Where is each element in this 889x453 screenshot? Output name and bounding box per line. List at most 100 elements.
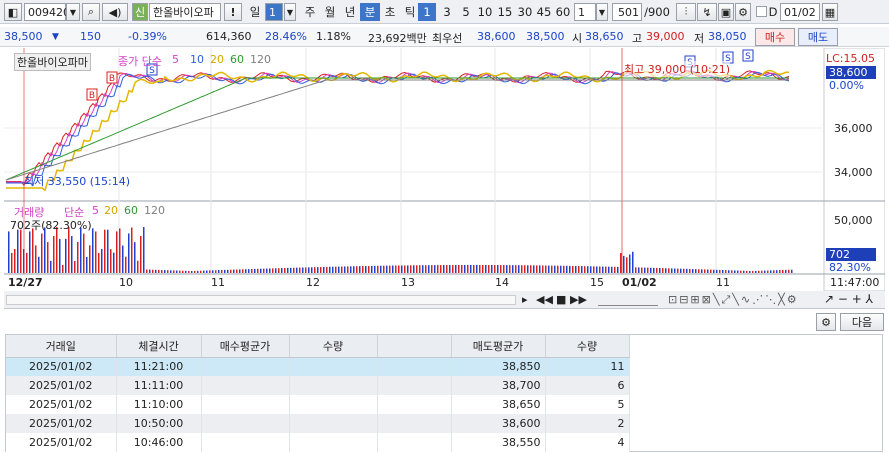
ma-label[interactable]: 종가 단순 [118,53,162,69]
best-bid: 38,500 [526,30,565,43]
speaker-icon[interactable]: ◀) [102,3,128,21]
volume-bar [134,242,136,273]
volume-bar [329,266,331,273]
best-ask: 38,600 [477,30,516,43]
stock-code-input[interactable]: 009420 [24,3,70,21]
save-icon[interactable]: ▣ [718,3,734,21]
forward-icon[interactable]: ▶▶ [570,293,587,306]
volume-bar [686,268,688,273]
period-year-tab[interactable]: 년 [340,3,360,21]
col-buy-qty[interactable]: 수량 [289,335,378,358]
period-minute-tab[interactable]: 분 [360,3,380,21]
volume-bar [179,270,181,273]
marker-label: B [109,74,115,84]
volume-bar [107,229,109,273]
volume-bar [788,269,790,273]
date-checkbox[interactable] [756,6,767,17]
min-10-button[interactable]: 10 [475,3,495,21]
volume-bar [500,265,502,273]
buy-button[interactable]: 매수 [755,28,795,46]
volume-bar [203,270,205,273]
min-30-button[interactable]: 30 [515,3,535,21]
drawing-tools-icon[interactable]: ⊡⊟⊞⊠╲⤢╲∿⋰⋱╳⚙ [668,293,799,307]
volume-bar [548,265,550,273]
prev-icon[interactable]: ▸ [522,293,528,306]
warning-button[interactable]: ! [224,3,242,21]
volume-bar [767,270,769,273]
sell-button[interactable]: 매도 [798,28,838,46]
period-count-input[interactable]: 1 [265,3,283,21]
volume-bar [395,265,397,273]
date-input[interactable]: 01/02 [780,3,820,21]
volume-bar [116,231,118,273]
count-input[interactable]: 501 [612,3,642,21]
price-volume-chart[interactable]: BBSSSS [4,47,886,292]
stock-name-field[interactable]: 한올바이오파 [149,3,221,21]
volume-bar [311,267,313,273]
table-row[interactable]: 2025/01/02 11:10:00 38,650 5 [6,395,630,414]
chart-scrollbar[interactable] [6,295,516,305]
zoom-controls[interactable]: ↗ − + ⅄ [824,292,873,306]
gear-icon[interactable]: ⚙ [735,3,751,21]
period-day-tab[interactable]: 일 [246,3,264,21]
min-15-button[interactable]: 15 [495,3,515,21]
volume-bar [347,266,349,273]
volume-bar [539,265,541,273]
code-dropdown-icon[interactable]: ▼ [66,3,80,21]
rewind-icon[interactable]: ◀◀ [536,293,553,306]
current-price-tag: 38,600 [826,66,876,79]
min-60-button[interactable]: 60 [553,3,573,21]
panel-gear-icon[interactable]: ⚙ [816,313,836,331]
min-dropdown-icon[interactable]: ▼ [596,3,608,21]
volume-bar [533,265,535,273]
calendar-icon[interactable]: ▦ [822,3,838,21]
period-dropdown-icon[interactable]: ▼ [284,3,296,21]
col-trade-date[interactable]: 거래일 [6,335,117,358]
table-cell: 38,850 [451,357,546,376]
min-45-button[interactable]: 45 [534,3,554,21]
volume-bar [758,270,760,273]
x-label-13: 13 [401,276,415,289]
min-5-button[interactable]: 5 [457,3,475,21]
next-button[interactable]: 다음 [840,313,884,331]
volume-bar [554,265,556,273]
chart-type-icon[interactable]: ◧ [4,3,22,21]
zoom-slider[interactable] [598,292,658,306]
col-exec-time[interactable]: 체결시간 [116,335,202,358]
date-check-label: D [768,5,778,19]
table-cell [201,376,290,395]
volume-bar [617,266,619,273]
col-sell-qty[interactable]: 수량 [545,335,630,358]
stop-icon[interactable]: ■ [556,293,566,306]
table-row[interactable]: 2025/01/02 10:50:00 38,600 2 [6,414,630,433]
table-row[interactable]: 2025/01/02 11:21:00 38,850 11 [6,357,630,376]
chart-stock-title[interactable]: 한올바이오파마 [14,53,91,71]
volume-bar [557,265,559,273]
chart-area[interactable]: BBSSSS 한올바이오파마 종가 단순 5 10 20 60 120 최저 3… [4,47,886,292]
min-custom-input[interactable]: 1 [574,3,596,21]
volume-bar [299,267,301,273]
min-1-button[interactable]: 1 [418,3,436,21]
table-row[interactable]: 2025/01/02 11:11:00 38,700 6 [6,376,630,395]
col-buy-avg[interactable]: 매수평균가 [201,335,290,358]
volume-bar [776,270,778,273]
table-row[interactable]: 2025/01/02 10:46:00 38,550 4 [6,433,630,452]
volume-bar [362,266,364,273]
candle-icon[interactable]: ⫶ [676,3,696,21]
col-sell-avg[interactable]: 매도평균가 [451,335,546,358]
volume-bar [242,269,244,273]
period-week-tab[interactable]: 주 [300,3,320,21]
min-3-button[interactable]: 3 [438,3,456,21]
vol-ma120-label: 120 [144,204,165,217]
volume-bar [464,265,466,273]
search-icon[interactable]: ⌕ [82,3,100,21]
indicator-icon[interactable]: ↯ [697,3,717,21]
volume-bar [143,227,145,273]
period-tick-tab[interactable]: 틱 [400,3,420,21]
ma60-label: 60 [230,53,244,66]
volume-bar [248,269,250,273]
volume-bar [374,265,376,273]
period-second-tab[interactable]: 초 [380,3,400,21]
volume-bar [29,231,31,273]
period-month-tab[interactable]: 월 [320,3,340,21]
